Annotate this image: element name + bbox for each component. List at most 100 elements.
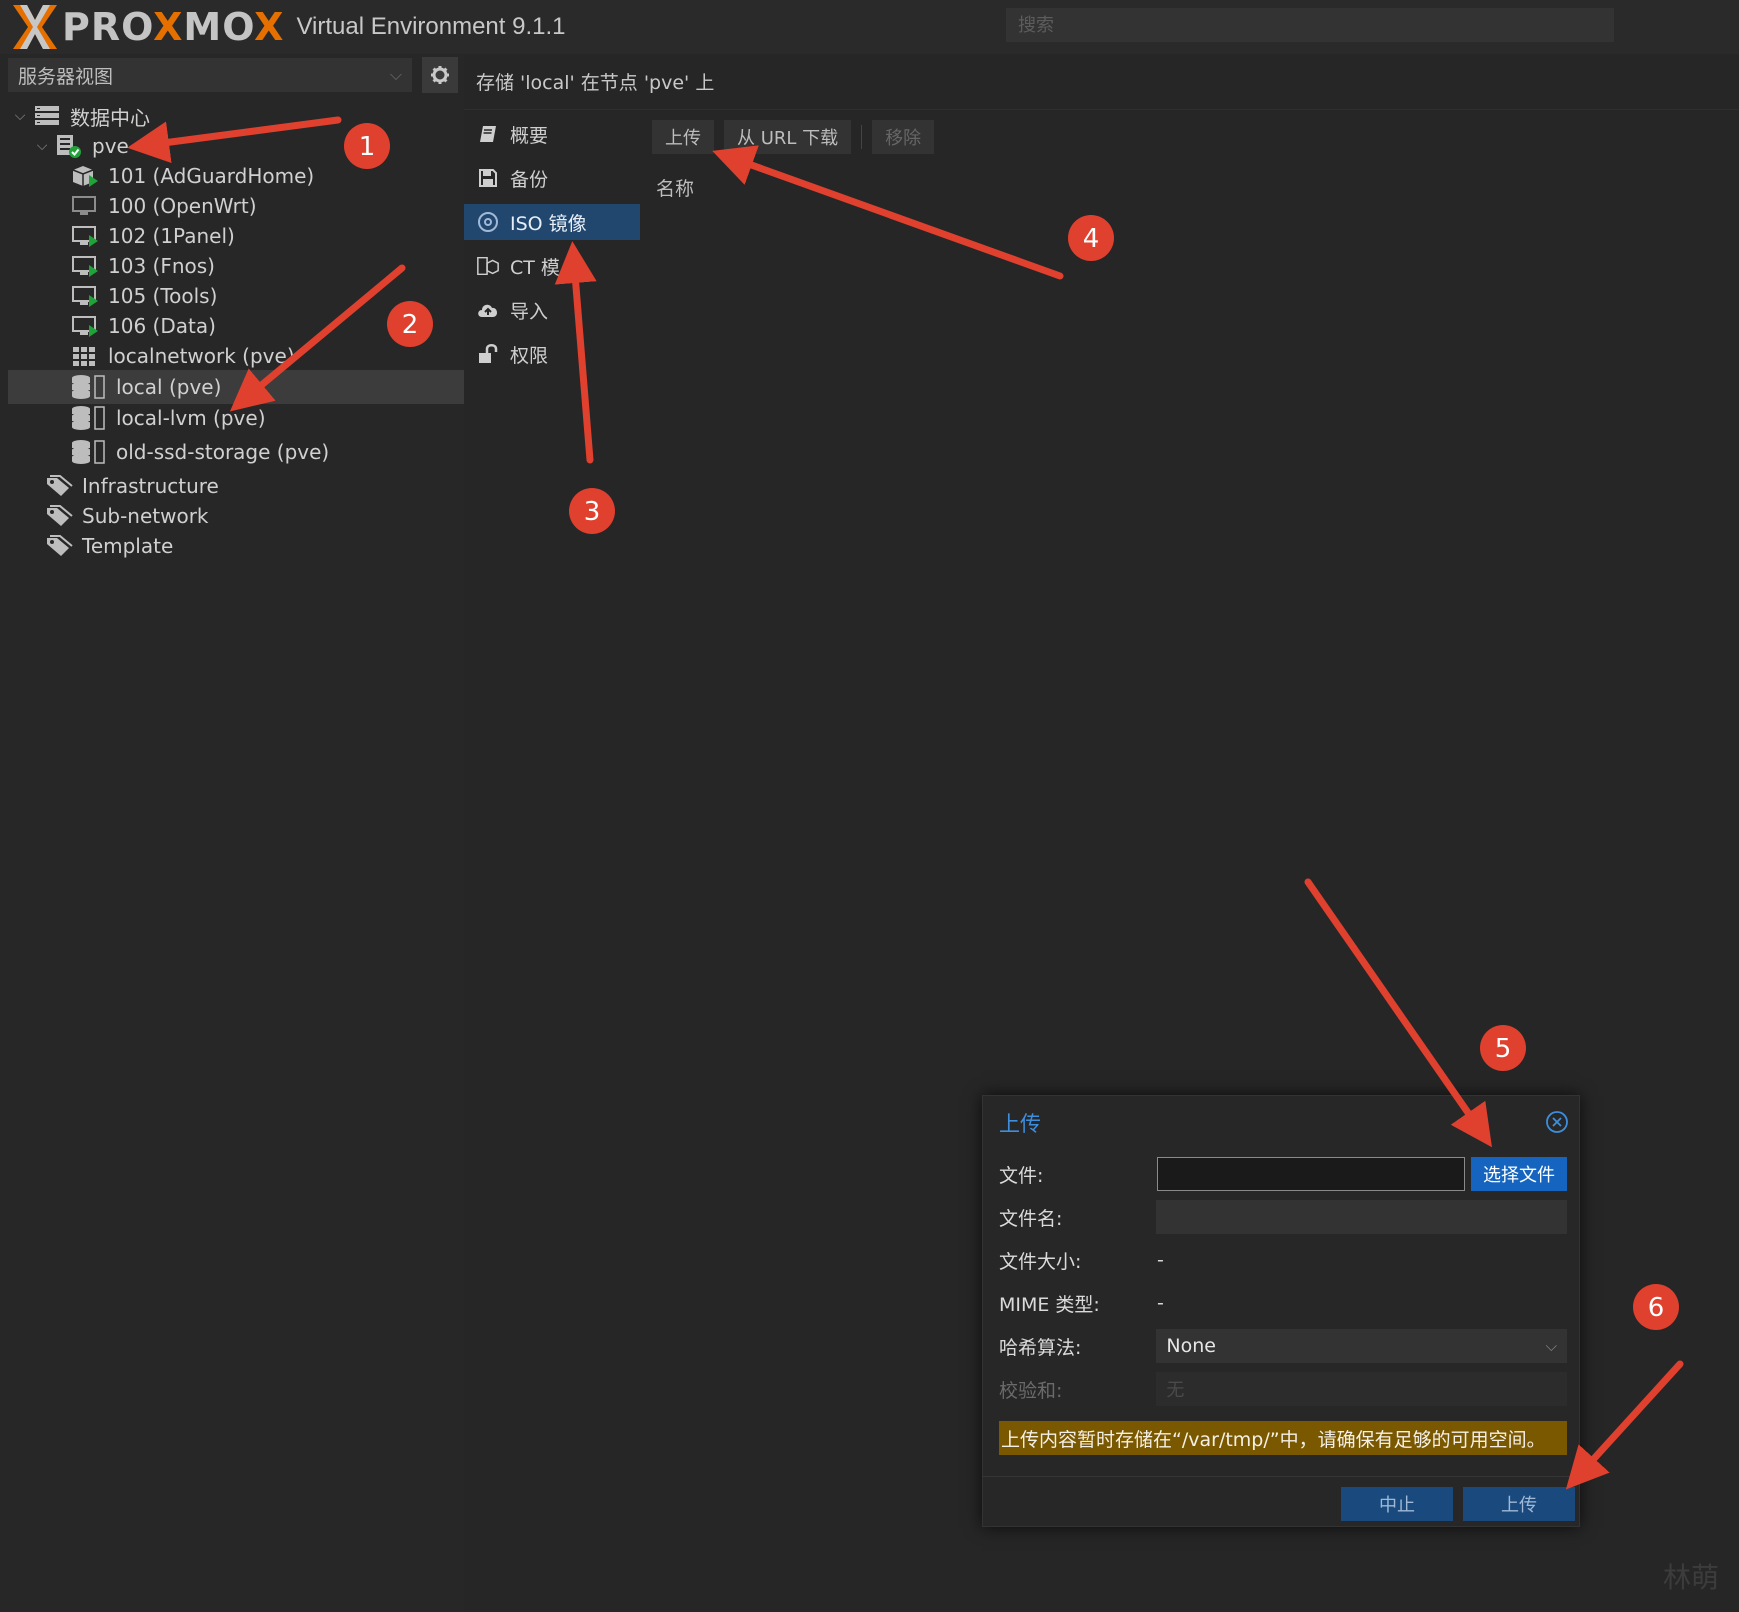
storage-icon [70, 439, 108, 465]
view-selector[interactable]: 服务器视图 ⌵ [8, 58, 412, 92]
datacenter-icon [32, 103, 62, 129]
tree-node-label: 数据中心 [70, 105, 150, 130]
tree-node-label: Sub-network [82, 504, 209, 528]
choose-file-button[interactable]: 选择文件 [1471, 1157, 1567, 1191]
book-icon [476, 122, 500, 146]
tree-node-label: 105 (Tools) [108, 284, 218, 308]
tree-node-label: 103 (Fnos) [108, 254, 215, 278]
tree-node-label: 106 (Data) [108, 314, 216, 338]
search-input[interactable] [1006, 8, 1614, 42]
template-icon [476, 254, 500, 278]
tree-node-vm-106[interactable]: 106 (Data) [8, 310, 520, 342]
filename-input[interactable] [1156, 1200, 1567, 1234]
tmp-storage-warning: 上传内容暂时存储在“/var/tmp/”中，请确保有足够的可用空间。 [999, 1421, 1567, 1455]
proxmox-logo[interactable]: PROXMOX Virtual Environment 9.1.1 [10, 2, 566, 52]
tree-node-vm-105[interactable]: 105 (Tools) [8, 280, 520, 312]
tree-node-label: 102 (1Panel) [108, 224, 235, 248]
abort-button[interactable]: 中止 [1341, 1487, 1453, 1521]
page-title: 存储 'local' 在节点 'pve' 上 [476, 72, 715, 94]
hash-label: 哈希算法: [999, 1336, 1082, 1359]
collapse-arrow-icon[interactable]: ⌵ [34, 138, 50, 154]
tag-icon [44, 533, 74, 559]
tree-node-label: local-lvm (pve) [116, 406, 266, 430]
vm-running-icon [70, 253, 100, 279]
nav-summary[interactable]: 概要 [464, 116, 640, 152]
tree-node-storage-old-ssd[interactable]: old-ssd-storage (pve) [8, 436, 520, 468]
proxmox-wordmark: PROXMOX [62, 5, 285, 49]
tree-node-label: Template [82, 534, 174, 558]
filename-label: 文件名: [999, 1207, 1063, 1230]
tree-node-vm-100[interactable]: 100 (OpenWrt) [8, 190, 520, 222]
mime-label: MIME 类型: [999, 1293, 1100, 1316]
floppy-icon [476, 166, 500, 190]
storage-icon [70, 405, 108, 431]
tree-node-datacenter[interactable]: ⌵ 数据中心 [8, 100, 462, 132]
tree-node-ct-101[interactable]: 101 (AdGuardHome) [8, 160, 520, 192]
nav-backup[interactable]: 备份 [464, 160, 640, 196]
vm-stopped-icon [70, 193, 100, 219]
dialog-title: 上传 [999, 1112, 1041, 1136]
author-watermark: 林萌 [1663, 1561, 1720, 1594]
tree-node-tag-template[interactable]: Template [8, 530, 494, 562]
checksum-input: 无 [1156, 1372, 1567, 1406]
file-path-field[interactable] [1157, 1157, 1465, 1191]
hash-row: 哈希算法: None ⌵ [999, 1328, 1567, 1364]
nav-import[interactable]: 导入 [464, 292, 640, 328]
tag-icon [44, 473, 74, 499]
collapse-arrow-icon[interactable]: ⌵ [12, 108, 28, 124]
mime-value: - [1157, 1292, 1164, 1314]
chevron-down-icon: ⌵ [389, 65, 402, 84]
tree-node-label: localnetwork (pve) [108, 344, 295, 368]
tree-node-storage-local-lvm[interactable]: local-lvm (pve) [8, 402, 520, 434]
disc-icon [476, 210, 500, 234]
dialog-upload-button[interactable]: 上传 [1463, 1487, 1575, 1521]
tree-node-localnetwork[interactable]: localnetwork (pve) [8, 340, 520, 372]
checksum-row: 校验和: 无 [999, 1371, 1567, 1407]
remove-button[interactable]: 移除 [872, 120, 935, 154]
close-icon[interactable] [1545, 1110, 1569, 1134]
tree-settings-button[interactable] [422, 57, 458, 93]
vm-running-icon [70, 223, 100, 249]
upload-button[interactable]: 上传 [652, 120, 714, 154]
vm-running-icon [70, 283, 100, 309]
network-grid-icon [70, 343, 100, 369]
filesize-value: - [1157, 1249, 1164, 1271]
tree-node-pve[interactable]: ⌵ pve [8, 130, 484, 162]
storage-icon [70, 374, 108, 400]
node-online-icon [54, 133, 84, 159]
mime-row: MIME 类型: - [999, 1285, 1567, 1321]
content-header: 存储 'local' 在节点 'pve' 上 [464, 54, 1739, 110]
dialog-footer: 中止 上传 [983, 1476, 1579, 1527]
tree-node-vm-102[interactable]: 102 (1Panel) [8, 220, 520, 252]
file-label: 文件: [999, 1164, 1044, 1187]
checksum-label: 校验和: [999, 1379, 1063, 1402]
proxmox-x-icon [13, 5, 57, 49]
tree-node-tag-sub-network[interactable]: Sub-network [8, 500, 494, 532]
tree-node-label: 101 (AdGuardHome) [108, 164, 315, 188]
tree-node-label: local (pve) [116, 375, 222, 399]
checksum-placeholder: 无 [1166, 1380, 1185, 1401]
tree-node-vm-103[interactable]: 103 (Fnos) [8, 250, 520, 282]
nav-permissions[interactable]: 权限 [464, 336, 640, 372]
upload-dialog: 上传 文件: 选择文件 文件名: 文件大小: - MIME 类型: - 哈希算法… [982, 1095, 1580, 1527]
file-row: 文件: 选择文件 [999, 1156, 1567, 1192]
hash-selected-value: None [1166, 1335, 1216, 1357]
chevron-down-icon: ⌵ [1545, 1337, 1557, 1355]
tree-node-label: 100 (OpenWrt) [108, 194, 257, 218]
tag-icon [44, 503, 74, 529]
gear-icon [431, 66, 449, 84]
tree-node-label: old-ssd-storage (pve) [116, 440, 330, 464]
unlock-icon [476, 342, 500, 366]
download-from-url-button[interactable]: 从 URL 下载 [724, 120, 852, 154]
toolbar-separator [861, 125, 863, 149]
view-selector-label: 服务器视图 [18, 65, 114, 88]
hash-algorithm-select[interactable]: None ⌵ [1156, 1329, 1567, 1363]
nav-iso-images[interactable]: ISO 镜像 [464, 204, 640, 240]
filesize-row: 文件大小: - [999, 1242, 1567, 1278]
column-header-name[interactable]: 名称 [656, 174, 694, 201]
tree-node-storage-local[interactable]: local (pve) [8, 370, 520, 404]
nav-ct-templates[interactable]: CT 模 [464, 248, 640, 284]
filename-row: 文件名: [999, 1199, 1567, 1235]
tree-node-tag-infrastructure[interactable]: Infrastructure [8, 470, 494, 502]
vm-running-icon [70, 313, 100, 339]
